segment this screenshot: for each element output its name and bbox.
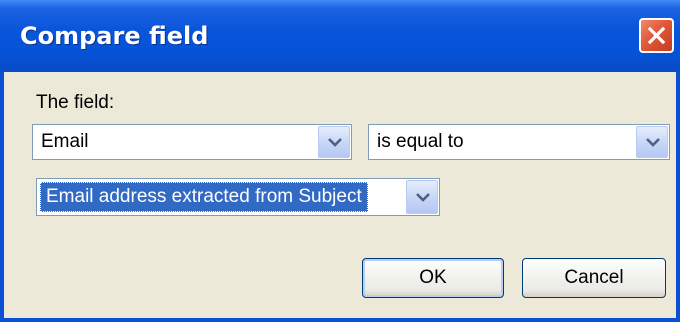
source-select-value: Email address extracted from Subject: [40, 182, 368, 212]
field-select-value: Email: [41, 131, 89, 152]
operator-select-dropdown-button[interactable]: [636, 126, 668, 158]
chevron-down-icon: [328, 138, 342, 147]
close-icon: [647, 26, 666, 45]
operator-select-value: is equal to: [377, 131, 464, 152]
dialog-title: Compare field: [20, 22, 209, 50]
ok-button[interactable]: OK: [362, 258, 504, 298]
source-select[interactable]: Email address extracted from Subject: [36, 178, 440, 216]
chevron-down-icon: [416, 193, 430, 202]
close-button[interactable]: [639, 18, 674, 53]
field-select[interactable]: Email: [32, 124, 352, 160]
title-bar[interactable]: Compare field: [0, 0, 680, 72]
field-select-dropdown-button[interactable]: [318, 126, 350, 158]
cancel-button[interactable]: Cancel: [522, 258, 666, 298]
compare-field-dialog: Compare field The field: Email is equal …: [0, 0, 680, 322]
field-label: The field:: [36, 92, 115, 113]
dialog-body: The field: Email is equal to Email addre…: [4, 72, 676, 318]
operator-select[interactable]: is equal to: [368, 124, 670, 160]
chevron-down-icon: [646, 138, 660, 147]
source-select-dropdown-button[interactable]: [406, 180, 438, 214]
